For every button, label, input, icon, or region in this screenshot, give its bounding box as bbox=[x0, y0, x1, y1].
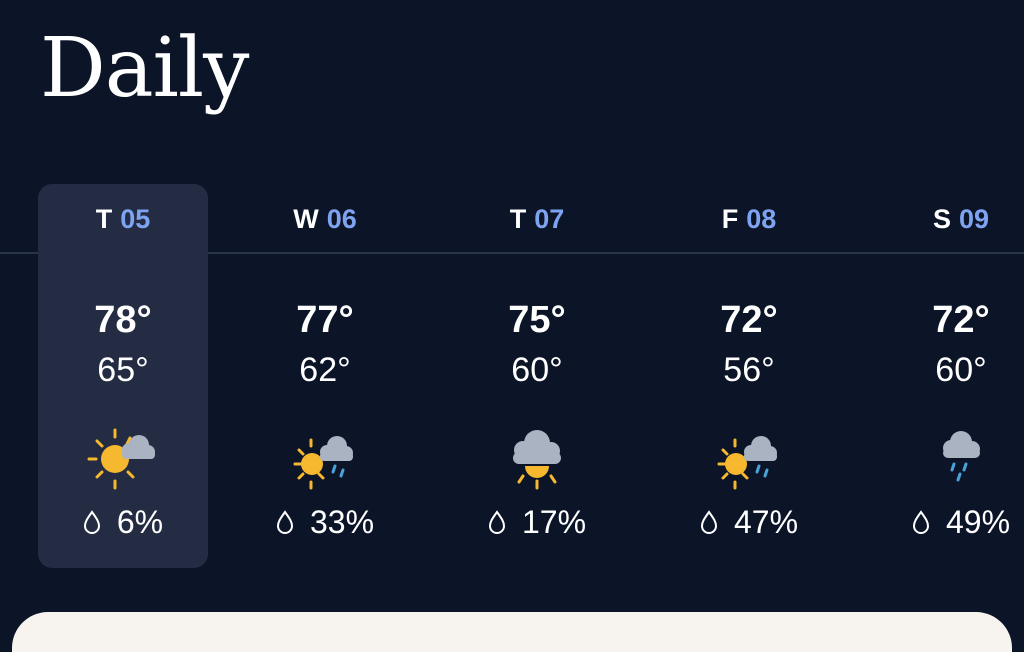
day-of-week: F bbox=[721, 204, 739, 234]
day-header: S 09 bbox=[876, 202, 1024, 236]
raindrop-icon bbox=[912, 510, 930, 534]
high-temp: 75° bbox=[508, 299, 566, 341]
day-date: 06 bbox=[326, 204, 357, 234]
day-date: 08 bbox=[746, 204, 777, 234]
partly-cloudy-sun-icon bbox=[85, 426, 161, 496]
day-of-week: T bbox=[509, 204, 527, 234]
day-of-week: T bbox=[95, 204, 113, 234]
day-column[interactable]: S 09 72° 60° 49% bbox=[876, 184, 1024, 568]
precip-chance: 6% bbox=[38, 502, 208, 542]
low-temp: 56° bbox=[723, 351, 775, 389]
day-date: 05 bbox=[120, 204, 151, 234]
precip-value: 49% bbox=[945, 504, 1011, 540]
sun-cloud-rain-icon bbox=[287, 426, 363, 496]
cloud-rain-icon bbox=[923, 426, 999, 496]
precip-chance: 17% bbox=[452, 502, 622, 542]
next-section-card bbox=[12, 612, 1012, 652]
sun-cloud-rain-icon bbox=[711, 426, 787, 496]
day-date: 07 bbox=[534, 204, 565, 234]
low-temp: 65° bbox=[97, 351, 149, 389]
day-column[interactable]: F 08 72° 56° 47% bbox=[664, 184, 834, 568]
low-temp: 62° bbox=[299, 351, 351, 389]
precip-value: 47% bbox=[733, 504, 799, 540]
day-header: F 08 bbox=[664, 202, 834, 236]
precip-value: 6% bbox=[116, 504, 164, 540]
day-date: 09 bbox=[958, 204, 990, 234]
high-temp: 72° bbox=[720, 299, 778, 341]
day-column[interactable]: T 07 75° 60° 17% bbox=[452, 184, 622, 568]
cloud-sun-icon bbox=[499, 426, 575, 496]
day-column-selected[interactable]: T 05 78° 65° 6% bbox=[38, 184, 208, 568]
day-of-week: S bbox=[932, 204, 951, 234]
raindrop-icon bbox=[488, 510, 506, 534]
precip-chance: 47% bbox=[664, 502, 834, 542]
day-of-week: W bbox=[293, 204, 319, 234]
day-header: T 05 bbox=[38, 202, 208, 236]
precip-chance: 49% bbox=[876, 502, 1024, 542]
day-column[interactable]: W 06 77° 62° 33% bbox=[240, 184, 410, 568]
low-temp: 60° bbox=[511, 351, 563, 389]
high-temp: 72° bbox=[932, 299, 990, 341]
precip-chance: 33% bbox=[240, 502, 410, 542]
precip-value: 17% bbox=[521, 504, 587, 540]
high-temp: 77° bbox=[296, 299, 354, 341]
raindrop-icon bbox=[700, 510, 718, 534]
raindrop-icon bbox=[83, 510, 101, 534]
precip-value: 33% bbox=[309, 504, 375, 540]
high-temp: 78° bbox=[94, 299, 152, 341]
day-header: W 06 bbox=[240, 202, 410, 236]
raindrop-icon bbox=[276, 510, 294, 534]
page-title: Daily bbox=[40, 21, 249, 116]
low-temp: 60° bbox=[935, 351, 987, 389]
day-header: T 07 bbox=[452, 202, 622, 236]
